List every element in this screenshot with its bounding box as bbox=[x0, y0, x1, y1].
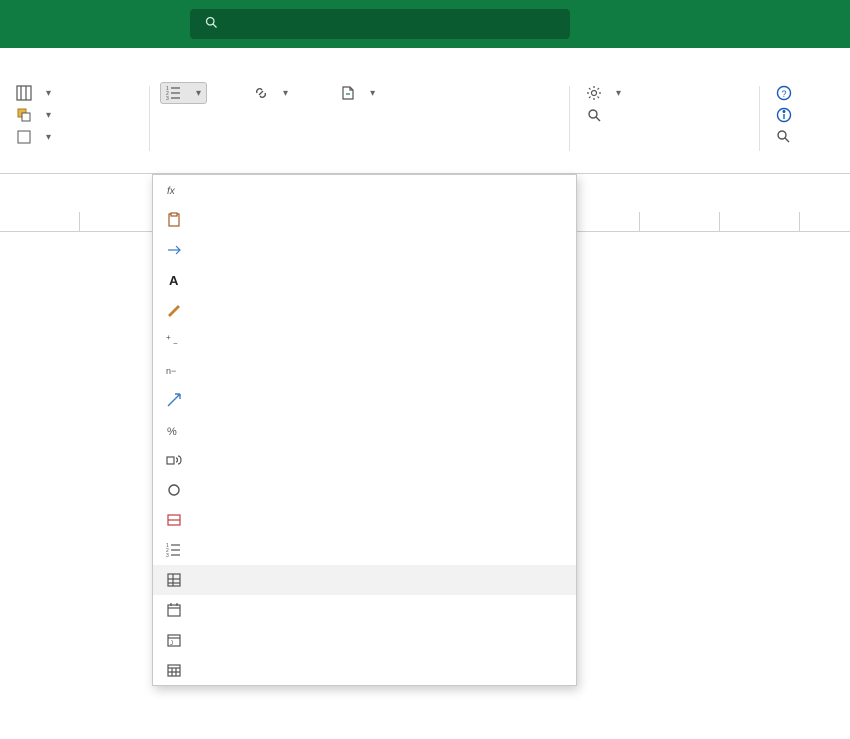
dd-item-aplicar-formula[interactable]: fx bbox=[153, 175, 576, 205]
search-box[interactable] bbox=[190, 9, 570, 39]
ribbon-group-4: ? bbox=[760, 78, 850, 173]
svg-text:n−: n− bbox=[166, 366, 176, 376]
svg-text:3: 3 bbox=[166, 96, 169, 101]
random-numbering-icon bbox=[165, 571, 183, 589]
dd-item-numeros-redondos[interactable] bbox=[153, 475, 576, 505]
julian-date-icon: J bbox=[165, 631, 183, 649]
btn-opciones-asap[interactable]: ▾ bbox=[580, 82, 750, 104]
ribbon-group-3: ▾ bbox=[570, 78, 760, 173]
version-icon bbox=[776, 129, 792, 145]
decimals-icon bbox=[165, 391, 183, 409]
dd-item-numeros-no-reconocidos[interactable] bbox=[153, 235, 576, 265]
dd-item-valores-a-texto[interactable]: A bbox=[153, 265, 576, 295]
chevron-down-icon: ▾ bbox=[196, 88, 201, 99]
colhead-n[interactable] bbox=[640, 212, 720, 231]
dd-item-decimales[interactable] bbox=[153, 385, 576, 415]
colhead-o[interactable] bbox=[720, 212, 800, 231]
convert-number-icon bbox=[165, 241, 183, 259]
svg-text:J: J bbox=[170, 641, 173, 647]
dd-item-cambiar-formulas-valores[interactable] bbox=[153, 205, 576, 235]
ribbon-tabs bbox=[0, 48, 850, 78]
chevron-down-icon: ▾ bbox=[46, 88, 51, 99]
objects-icon bbox=[16, 107, 32, 123]
columns-icon bbox=[16, 85, 32, 101]
btn-numeros-fechas[interactable]: 123 ▾ bbox=[160, 82, 207, 104]
numeros-fechas-dropdown: fx A +− n− % bbox=[152, 174, 577, 686]
search-icon bbox=[204, 15, 219, 33]
dd-item-llenar-valor-formato[interactable] bbox=[153, 295, 576, 325]
numbers-list-icon: 123 bbox=[166, 85, 182, 101]
sheet-area: fx A +− n− % bbox=[0, 174, 850, 232]
btn-importar[interactable]: ▾ bbox=[334, 82, 381, 104]
btn-ultima-herramienta[interactable] bbox=[580, 126, 750, 132]
btn-faq[interactable]: ? bbox=[770, 82, 850, 104]
chevron-down-icon: ▾ bbox=[283, 88, 288, 99]
colhead-f[interactable] bbox=[0, 212, 80, 231]
format-icon bbox=[16, 129, 32, 145]
dd-item-ceros-izquierda[interactable] bbox=[153, 505, 576, 535]
dd-item-porcentajes-numeros[interactable]: % bbox=[153, 415, 576, 445]
chevron-down-icon: ▾ bbox=[46, 110, 51, 121]
dd-item-negativos-positivos[interactable]: +− bbox=[153, 325, 576, 355]
help-icon: ? bbox=[776, 85, 792, 101]
fx-icon: fx bbox=[165, 181, 183, 199]
titlebar bbox=[0, 0, 850, 48]
svg-text:%: % bbox=[167, 426, 177, 438]
chevron-down-icon: ▾ bbox=[46, 132, 51, 143]
import-icon bbox=[340, 85, 356, 101]
ribbon-group-2: 123 ▾ ▾ ▾ bbox=[150, 78, 570, 173]
clipboard-icon bbox=[165, 211, 183, 229]
speak-number-icon bbox=[165, 451, 183, 469]
btn-objetos-comentarios[interactable]: ▾ bbox=[10, 104, 140, 126]
leading-zeros-icon bbox=[165, 511, 183, 529]
dd-item-numeracion-rapida[interactable]: 123 bbox=[153, 535, 576, 565]
colhead-g[interactable] bbox=[80, 212, 160, 231]
svg-text:+: + bbox=[166, 333, 171, 342]
plus-minus-icon: +− bbox=[165, 331, 183, 349]
dd-item-escribir-palabras[interactable] bbox=[153, 445, 576, 475]
ribbon: ▾ ▾ ▾ 123 ▾ ▾ ▾ ▾ bbox=[0, 78, 850, 174]
date-picker-icon bbox=[165, 661, 183, 679]
percent-icon: % bbox=[165, 421, 183, 439]
svg-text:−: − bbox=[173, 339, 178, 348]
svg-text:3: 3 bbox=[166, 553, 169, 558]
svg-text:fx: fx bbox=[167, 186, 176, 197]
btn-informacion[interactable] bbox=[770, 104, 850, 126]
ribbon-group-1: ▾ ▾ ▾ bbox=[0, 78, 150, 173]
gear-icon bbox=[586, 85, 602, 101]
link-icon bbox=[253, 85, 269, 101]
btn-columnas-filas[interactable]: ▾ bbox=[10, 82, 140, 104]
text-a-icon: A bbox=[165, 271, 183, 289]
dd-item-signo-menos-atras[interactable]: n− bbox=[153, 355, 576, 385]
btn-version[interactable] bbox=[770, 126, 850, 148]
dd-item-selector-fecha[interactable] bbox=[153, 655, 576, 685]
btn-web[interactable]: ▾ bbox=[247, 82, 294, 104]
btn-formato[interactable]: ▾ bbox=[10, 126, 140, 148]
chevron-down-icon: ▾ bbox=[370, 88, 375, 99]
dd-item-convertir-fechas[interactable] bbox=[153, 595, 576, 625]
dd-item-numeracion-aleatoria[interactable] bbox=[153, 565, 576, 595]
calendar-convert-icon bbox=[165, 601, 183, 619]
chevron-down-icon: ▾ bbox=[616, 88, 621, 99]
round-icon bbox=[165, 481, 183, 499]
svg-text:A: A bbox=[169, 273, 179, 288]
search-run-icon bbox=[586, 107, 602, 123]
minus-shift-icon: n− bbox=[165, 361, 183, 379]
info-icon bbox=[776, 107, 792, 123]
colhead-p[interactable] bbox=[800, 212, 850, 231]
btn-buscar-ejecutar[interactable] bbox=[580, 104, 750, 126]
dd-item-fechas-julianas[interactable]: J bbox=[153, 625, 576, 655]
svg-text:?: ? bbox=[782, 89, 787, 99]
numbered-list-icon: 123 bbox=[165, 541, 183, 559]
brush-icon bbox=[165, 301, 183, 319]
